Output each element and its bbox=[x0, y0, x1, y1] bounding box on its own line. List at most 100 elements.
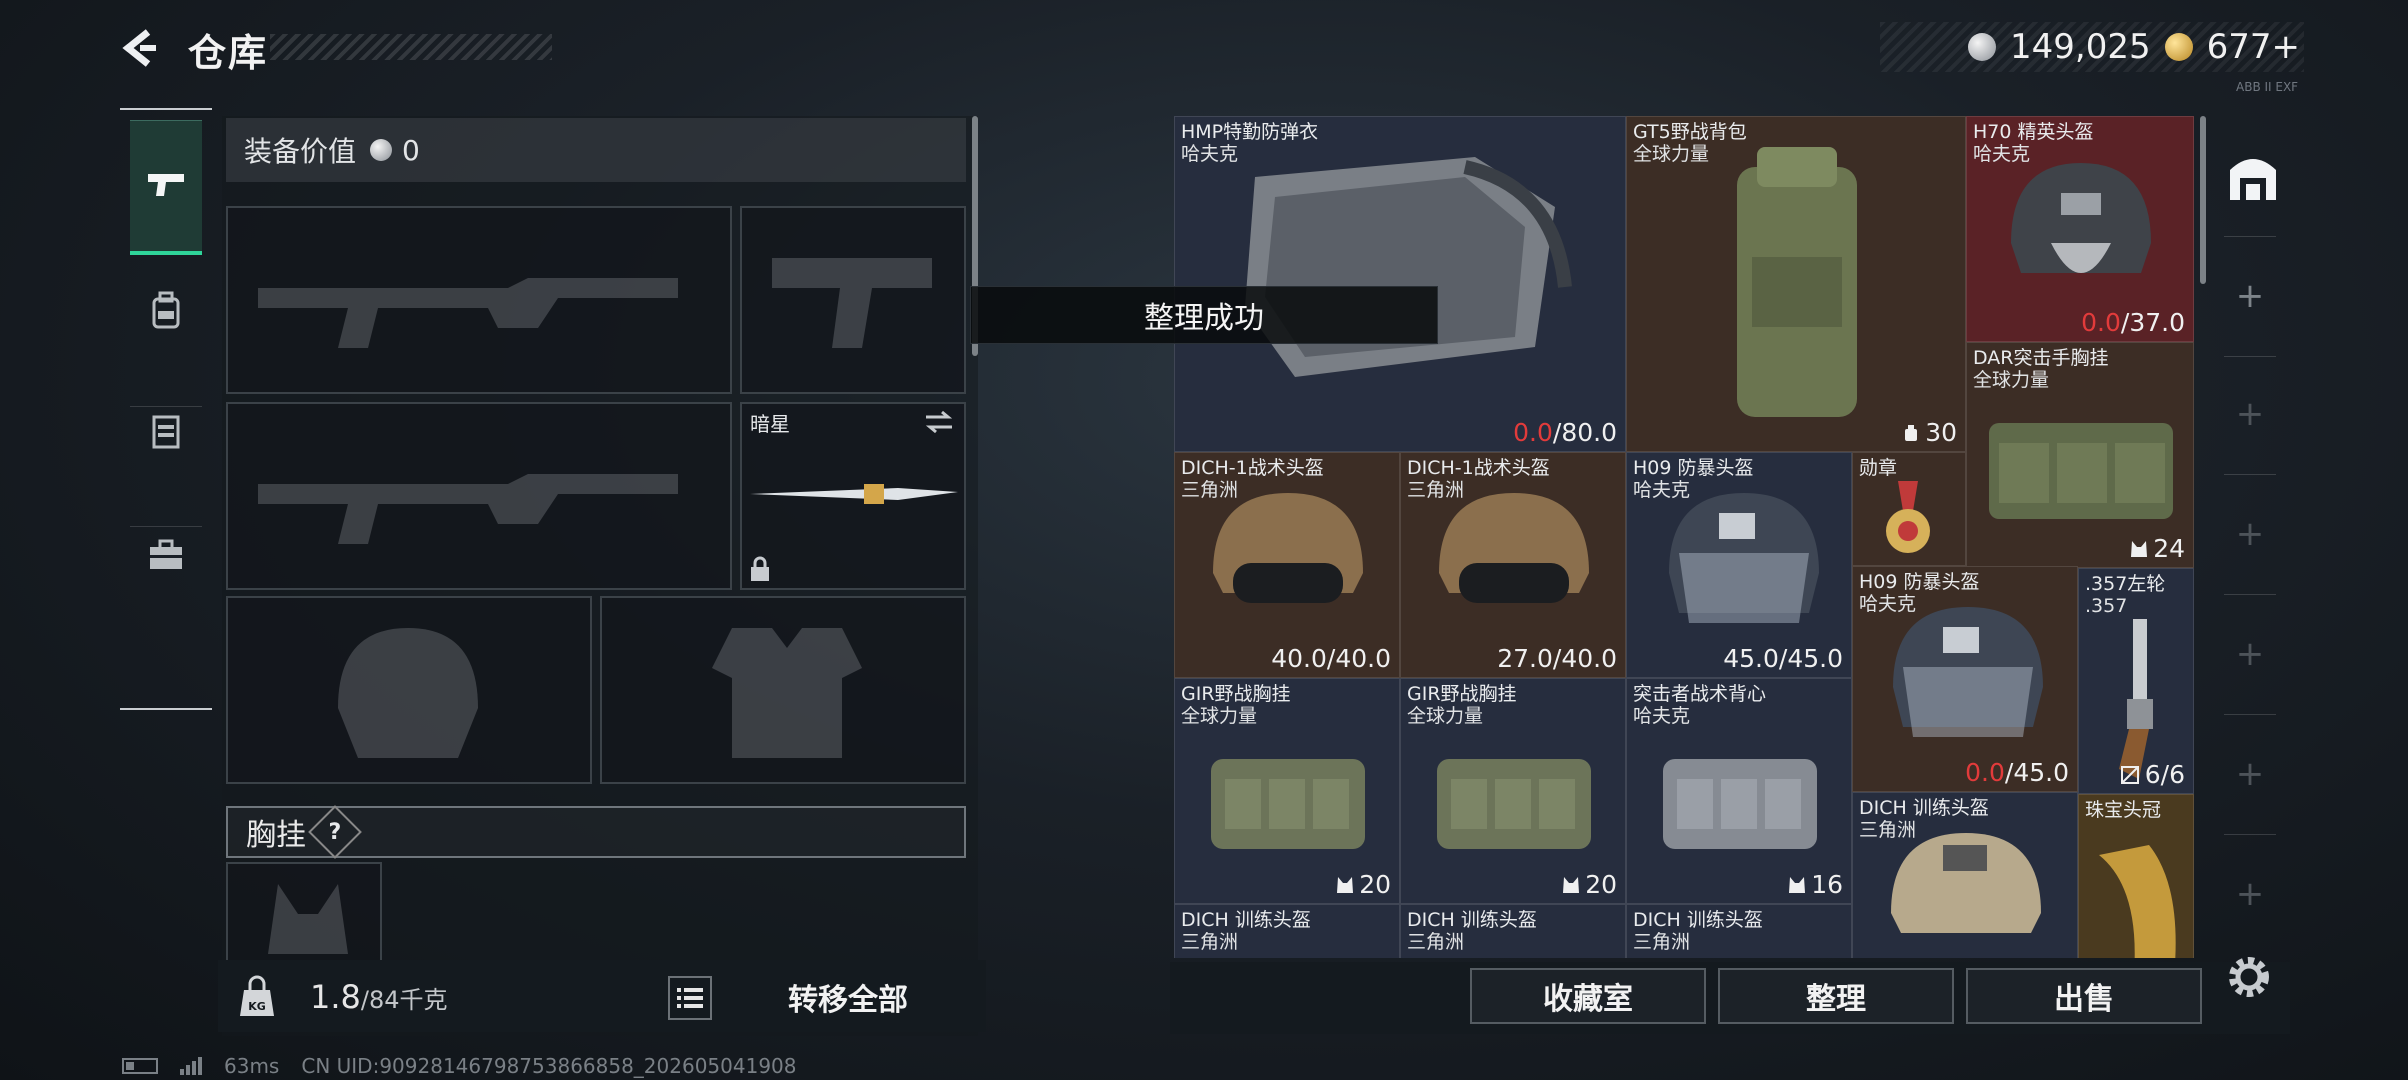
item-name: DICH 训练头盔 bbox=[1859, 797, 1989, 819]
inventory-item[interactable]: 突击者战术背心 哈夫克 16 bbox=[1626, 678, 1852, 904]
melee-name: 暗星 bbox=[750, 412, 790, 436]
add-storage-button[interactable]: + bbox=[2210, 394, 2290, 434]
inventory-item[interactable]: GT5野战背包 全球力量 30 bbox=[1626, 116, 1966, 452]
inventory-grid: HMP特勤防弹衣 哈夫克 0.0/80.0 GT5野战背包 全球力量 30 H7… bbox=[1174, 116, 2194, 958]
inventory-item[interactable]: DAR突击手胸挂 全球力量 24 bbox=[1966, 342, 2194, 568]
inventory-item[interactable]: H09 防暴头盔 哈夫克 0.0/45.0 bbox=[1852, 566, 2078, 792]
inventory-item[interactable]: 勋章 bbox=[1852, 452, 1966, 566]
warehouse-icon[interactable] bbox=[2226, 150, 2280, 204]
inventory-item[interactable]: 珠宝头冠 bbox=[2078, 794, 2194, 958]
inventory-item[interactable]: .357左轮 .357 6/6 bbox=[2078, 568, 2194, 794]
riot-helmet-icon bbox=[1893, 607, 2043, 737]
backpack-icon bbox=[1737, 147, 1857, 417]
item-name: GIR野战胸挂 bbox=[1407, 683, 1517, 705]
item-maker: 哈夫克 bbox=[1973, 143, 2031, 165]
item-name: GT5野战背包 bbox=[1633, 121, 1747, 143]
inventory-item[interactable]: DICH 训练头盔 三角洲 bbox=[1626, 904, 1852, 958]
back-button[interactable] bbox=[118, 26, 162, 70]
helmet-icon bbox=[1213, 493, 1363, 603]
inventory-item[interactable]: DICH-1战术头盔 三角洲 40.0/40.0 bbox=[1174, 452, 1400, 678]
sort-button[interactable]: 整理 bbox=[1718, 968, 1954, 1024]
signal-icon bbox=[180, 1057, 202, 1075]
inventory-item[interactable]: DICH-1战术头盔 三角洲 27.0/40.0 bbox=[1400, 452, 1626, 678]
item-maker: 哈夫克 bbox=[1633, 479, 1691, 501]
battery-icon bbox=[122, 1058, 158, 1074]
rail-divider bbox=[2224, 834, 2276, 835]
inventory-item[interactable]: DICH 训练头盔 三角洲 bbox=[1400, 904, 1626, 958]
tab-vest[interactable] bbox=[130, 366, 202, 496]
rail-top-line bbox=[120, 108, 212, 110]
add-storage-button[interactable]: + bbox=[2210, 874, 2290, 914]
item-name: .357左轮 bbox=[2085, 573, 2166, 595]
item-name: 勋章 bbox=[1859, 457, 1898, 479]
primary-weapon-slot[interactable] bbox=[226, 206, 732, 394]
gold-amount[interactable]: 677+ bbox=[2207, 27, 2300, 67]
helmet-slot[interactable] bbox=[226, 596, 592, 784]
item-maker: 全球力量 bbox=[1181, 705, 1258, 727]
title-decoration bbox=[270, 34, 552, 60]
item-durability: 0.0/80.0 bbox=[1513, 418, 1617, 447]
tab-firearms[interactable] bbox=[130, 120, 202, 255]
add-storage-button[interactable]: + bbox=[2210, 754, 2290, 794]
silver-coin-icon bbox=[1968, 33, 1996, 61]
item-maker: 哈夫克 bbox=[1633, 705, 1691, 727]
riot-helmet-icon bbox=[1669, 493, 1819, 623]
chest-rig-label: 胸挂 bbox=[246, 818, 306, 853]
revolver-icon bbox=[2119, 619, 2153, 779]
transfer-all-button[interactable]: 转移全部 bbox=[720, 966, 976, 1028]
swap-icon[interactable] bbox=[924, 410, 954, 434]
inventory-scrollbar[interactable] bbox=[2200, 116, 2206, 284]
chest-rig-icon bbox=[1211, 759, 1365, 849]
item-maker: 全球力量 bbox=[1633, 143, 1710, 165]
page-title: 仓库 bbox=[188, 31, 269, 75]
help-button[interactable]: ? bbox=[308, 805, 362, 859]
inventory-item[interactable]: DICH 训练头盔 三角洲 bbox=[1852, 792, 2078, 958]
add-storage-button[interactable]: + bbox=[2210, 634, 2290, 674]
gear-icon[interactable] bbox=[2224, 952, 2274, 1002]
medal-icon bbox=[1886, 481, 1930, 553]
equipment-value: 0 bbox=[402, 133, 420, 167]
inventory-item[interactable]: DICH 训练头盔 三角洲 bbox=[1174, 904, 1400, 958]
item-capacity: 16 bbox=[1787, 870, 1843, 899]
category-tab-rail bbox=[120, 108, 212, 712]
armor-placeholder-icon bbox=[712, 628, 862, 758]
item-maker: 三角洲 bbox=[1407, 479, 1465, 501]
tab-toolbox[interactable] bbox=[130, 490, 202, 620]
sidearm-slot[interactable] bbox=[740, 206, 966, 394]
inventory-item[interactable]: H09 防暴头盔 哈夫克 45.0/45.0 bbox=[1626, 452, 1852, 678]
sell-button[interactable]: 出售 bbox=[1966, 968, 2202, 1024]
lock-icon bbox=[751, 556, 769, 581]
inventory-item[interactable]: H70 精英头盔 哈夫克 0.0/37.0 bbox=[1966, 116, 2194, 342]
ammo-slash-icon bbox=[2120, 765, 2139, 784]
item-name: DICH-1战术头盔 bbox=[1407, 457, 1550, 479]
item-name: HMP特勤防弹衣 bbox=[1181, 121, 1319, 143]
item-ammo: 6/6 bbox=[2119, 760, 2185, 789]
item-name: DICH 训练头盔 bbox=[1181, 909, 1311, 931]
tab-backpack[interactable] bbox=[130, 246, 202, 376]
armor-slot[interactable] bbox=[600, 596, 966, 784]
status-line: 63ms CN UID:9092814679875386​6858_202605… bbox=[122, 1054, 797, 1078]
item-name: 珠宝头冠 bbox=[2085, 799, 2162, 821]
item-durability: 0.0/37.0 bbox=[2081, 308, 2185, 337]
add-storage-button[interactable]: + bbox=[2210, 514, 2290, 554]
vest-small-icon bbox=[1337, 876, 1354, 893]
list-icon bbox=[677, 988, 703, 1008]
toast-message: 整理成功 bbox=[970, 286, 1438, 344]
chest-rig-slot[interactable] bbox=[226, 862, 382, 960]
rail-divider bbox=[2224, 356, 2276, 357]
inventory-item[interactable]: GIR野战胸挂 全球力量 20 bbox=[1174, 678, 1400, 904]
secondary-weapon-slot[interactable] bbox=[226, 402, 732, 590]
list-view-button[interactable] bbox=[668, 976, 712, 1020]
inventory-item[interactable]: HMP特勤防弹衣 哈夫克 0.0/80.0 bbox=[1174, 116, 1626, 452]
item-durability: 0.0/45.0 bbox=[1965, 758, 2069, 787]
corner-tag: ABB II EXF bbox=[2236, 80, 2299, 94]
rail-divider bbox=[2224, 474, 2276, 475]
add-storage-button[interactable]: + bbox=[2210, 276, 2290, 316]
collection-room-button[interactable]: 收藏室 bbox=[1470, 968, 1706, 1024]
melee-slot[interactable]: 暗星 bbox=[740, 402, 966, 590]
inventory-item[interactable]: GIR野战胸挂 全球力量 20 bbox=[1400, 678, 1626, 904]
ping-value: 63ms bbox=[224, 1054, 280, 1078]
equipment-value-bar: 装备价值 0 bbox=[226, 118, 966, 182]
item-durability: 27.0/40.0 bbox=[1497, 644, 1617, 673]
uid-text: CN UID:9092814679875386​6858_20260504190… bbox=[301, 1054, 797, 1078]
